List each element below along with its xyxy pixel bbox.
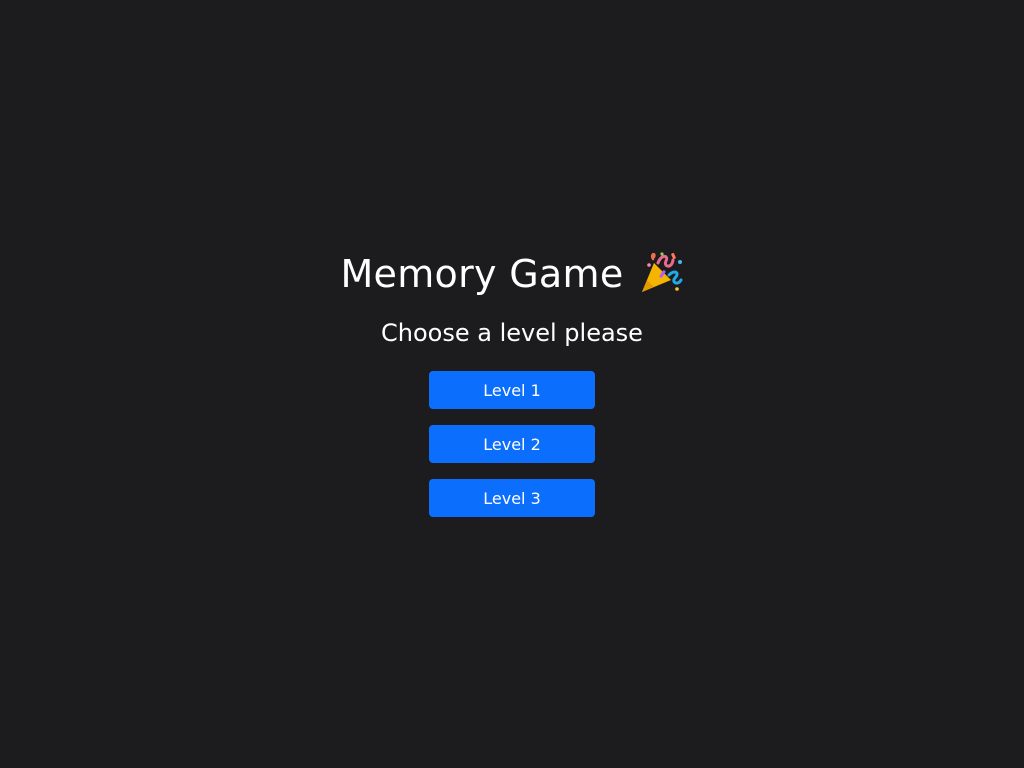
title-row: Memory Game xyxy=(0,248,1024,300)
level-2-button[interactable]: Level 2 xyxy=(429,425,595,463)
level-1-button[interactable]: Level 1 xyxy=(429,371,595,409)
party-popper-icon xyxy=(638,250,684,296)
level-prompt: Choose a level please xyxy=(381,319,643,347)
level-button-list: Level 1 Level 2 Level 3 xyxy=(429,371,595,517)
game-title: Memory Game xyxy=(340,252,624,296)
menu-screen: Memory Game Choose a level please Level … xyxy=(0,0,1024,768)
level-3-button[interactable]: Level 3 xyxy=(429,479,595,517)
